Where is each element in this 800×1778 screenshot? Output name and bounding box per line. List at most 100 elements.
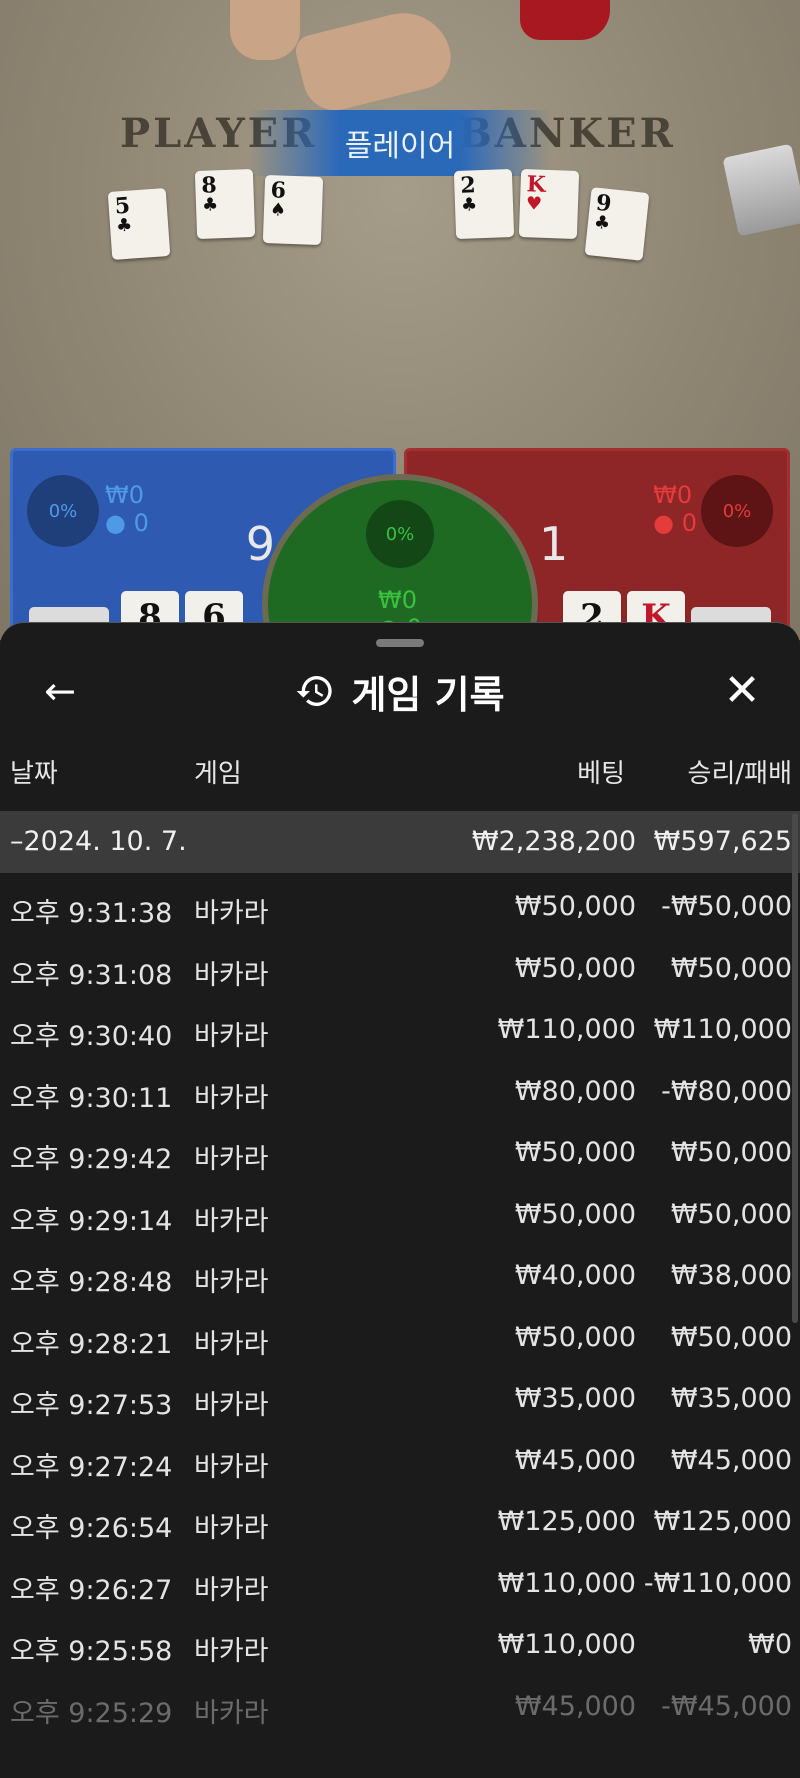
history-row[interactable]: 오후 9:29:42 바카라 ₩50,000 ₩50,000 xyxy=(0,1119,792,1181)
row-time: 오후 9:27:53 xyxy=(10,1390,173,1421)
history-row[interactable]: 오후 9:28:21 바카라 ₩50,000 ₩50,000 xyxy=(0,1304,792,1366)
row-bet: ₩125,000 xyxy=(497,1506,636,1537)
row-game: 바카라 xyxy=(194,1144,269,1175)
row-result: -₩110,000 xyxy=(643,1567,792,1599)
dealer-hand-right xyxy=(292,3,458,117)
row-time: 오후 9:27:24 xyxy=(10,1451,173,1483)
history-row[interactable]: 오후 9:26:54 바카라 ₩125,000 ₩125,000 xyxy=(0,1488,792,1550)
row-game: 바카라 xyxy=(194,959,269,991)
sheet-drag-handle[interactable] xyxy=(376,639,424,647)
player-card-1: 5 ♣ xyxy=(107,188,171,260)
close-icon: ✕ xyxy=(723,665,761,716)
row-game: 바카라 xyxy=(194,1451,269,1483)
banker-bet-percentage: 0% xyxy=(701,475,773,547)
live-game-video: PLAYER BANKER 플레이어 5 ♣ 8 ♣ 6 ♠ 2 ♣ K ♥ 9 ♣ 0% … xyxy=(0,0,800,640)
row-result: ₩35,000 xyxy=(670,1383,792,1414)
row-bet: ₩50,000 xyxy=(514,1198,636,1230)
row-time: 오후 9:29:42 xyxy=(10,1144,173,1175)
result-banner: 플레이어 xyxy=(250,110,550,176)
player-bettor-count: ● 0 xyxy=(105,509,149,537)
row-bet: ₩45,000 xyxy=(514,1690,636,1722)
history-row[interactable]: 오후 9:25:58 바카라 ₩110,000 ₩0 xyxy=(0,1611,792,1673)
column-header-bet: 베팅 xyxy=(577,759,625,789)
row-time: 오후 9:25:29 xyxy=(10,1697,173,1729)
player-card-3: 6 ♠ xyxy=(262,175,324,245)
row-result: -₩45,000 xyxy=(661,1690,792,1722)
history-row[interactable]: 오후 9:28:48 바카라 ₩40,000 ₩38,000 xyxy=(0,1242,792,1304)
sheet-header: 게임 기록 xyxy=(0,667,800,717)
row-result: -₩50,000 xyxy=(661,891,792,922)
history-row[interactable]: 오후 9:27:53 바카라 ₩35,000 ₩35,000 xyxy=(0,1365,792,1427)
row-game: 바카라 xyxy=(194,898,269,929)
row-bet: ₩50,000 xyxy=(514,952,636,984)
player-card-2: 8 ♣ xyxy=(194,169,256,239)
history-row[interactable]: 오후 9:25:29 바카라 ₩45,000 -₩45,000 xyxy=(0,1673,792,1735)
close-button[interactable]: ✕ xyxy=(718,667,766,715)
player-total-amount: ₩0 xyxy=(105,481,144,509)
row-game: 바카라 xyxy=(194,1636,269,1667)
row-bet: ₩110,000 xyxy=(497,1567,636,1599)
history-row[interactable]: 오후 9:26:27 바카라 ₩110,000 -₩110,000 xyxy=(0,1550,792,1612)
history-scrollbar[interactable] xyxy=(792,813,798,1323)
row-result: ₩50,000 xyxy=(670,952,792,984)
history-row[interactable]: 오후 9:27:24 바카라 ₩45,000 ₩45,000 xyxy=(0,1427,792,1489)
row-time: 오후 9:30:11 xyxy=(10,1082,173,1114)
row-result: ₩38,000 xyxy=(670,1260,792,1291)
history-row[interactable]: 오후 9:30:40 바카라 ₩110,000 ₩110,000 xyxy=(0,996,792,1058)
column-header-result: 승리/패배 xyxy=(687,759,792,789)
row-game: 바카라 xyxy=(194,1697,269,1729)
date-summary-row[interactable]: –2024. 10. 7. ₩2,238,200 ₩597,625 xyxy=(0,811,800,873)
row-result: ₩45,000 xyxy=(670,1444,792,1476)
row-time: 오후 9:31:08 xyxy=(10,959,173,991)
player-bet-percentage: 0% xyxy=(27,475,99,547)
row-time: 오후 9:31:38 xyxy=(10,898,173,929)
history-column-headers: 날짜 게임 베팅 승리/패배 xyxy=(0,753,800,797)
row-game: 바카라 xyxy=(194,1574,269,1606)
dealer-hand-left xyxy=(230,0,300,60)
banker-score: 1 xyxy=(539,517,569,571)
sheet-title: 게임 기록 xyxy=(351,672,505,717)
row-time: 오후 9:25:58 xyxy=(10,1636,173,1667)
column-header-date: 날짜 xyxy=(10,759,58,789)
banker-card-2: K ♥ xyxy=(518,169,580,239)
dealer-sleeve xyxy=(520,0,610,40)
row-bet: ₩50,000 xyxy=(514,1137,636,1168)
tie-total-amount: ₩0 xyxy=(378,586,417,614)
row-result: ₩0 xyxy=(748,1629,792,1660)
summary-date: –2024. 10. 7. xyxy=(10,826,187,857)
row-game: 바카라 xyxy=(194,1205,269,1237)
row-game: 바카라 xyxy=(194,1390,269,1421)
banker-stake-info: ₩0 ● 0 xyxy=(653,481,697,537)
summary-result-total: ₩597,625 xyxy=(653,826,792,857)
row-time: 오후 9:30:40 xyxy=(10,1021,173,1052)
banker-card-1: 2 ♣ xyxy=(453,169,515,239)
history-row[interactable]: 오후 9:30:11 바카라 ₩80,000 -₩80,000 xyxy=(0,1058,792,1120)
row-result: ₩50,000 xyxy=(670,1137,792,1168)
row-result: ₩125,000 xyxy=(653,1506,792,1537)
game-history-sheet: ← 게임 기록 ✕ 날짜 게임 베팅 승리/패배 –2024. 10. 7. ₩… xyxy=(0,622,800,1778)
row-result: ₩110,000 xyxy=(653,1014,792,1045)
history-row[interactable]: 오후 9:31:08 바카라 ₩50,000 ₩50,000 xyxy=(0,935,792,997)
tie-bet-percentage: 0% xyxy=(366,500,434,568)
person-icon: ● xyxy=(105,509,126,537)
row-time: 오후 9:28:48 xyxy=(10,1267,173,1298)
history-row[interactable]: 오후 9:31:38 바카라 ₩50,000 -₩50,000 xyxy=(0,873,792,935)
row-bet: ₩110,000 xyxy=(497,1629,636,1660)
row-game: 바카라 xyxy=(194,1082,269,1114)
banker-card-3: 9 ♣ xyxy=(584,187,650,261)
row-time: 오후 9:26:27 xyxy=(10,1574,173,1606)
row-game: 바카라 xyxy=(194,1267,269,1298)
row-bet: ₩80,000 xyxy=(514,1075,636,1107)
row-result: ₩50,000 xyxy=(670,1198,792,1230)
row-bet: ₩45,000 xyxy=(514,1444,636,1476)
column-header-game: 게임 xyxy=(194,759,242,789)
row-result: ₩50,000 xyxy=(670,1321,792,1353)
row-game: 바카라 xyxy=(194,1021,269,1052)
row-time: 오후 9:29:14 xyxy=(10,1205,173,1237)
history-row[interactable]: 오후 9:29:14 바카라 ₩50,000 ₩50,000 xyxy=(0,1181,792,1243)
row-bet: ₩50,000 xyxy=(514,1321,636,1353)
row-time: 오후 9:26:54 xyxy=(10,1513,173,1544)
row-bet: ₩50,000 xyxy=(514,891,636,922)
history-list: 오후 9:31:38 바카라 ₩50,000 -₩50,000 오후 9:31:08 바… xyxy=(0,873,792,1735)
person-icon: ● xyxy=(653,509,675,537)
